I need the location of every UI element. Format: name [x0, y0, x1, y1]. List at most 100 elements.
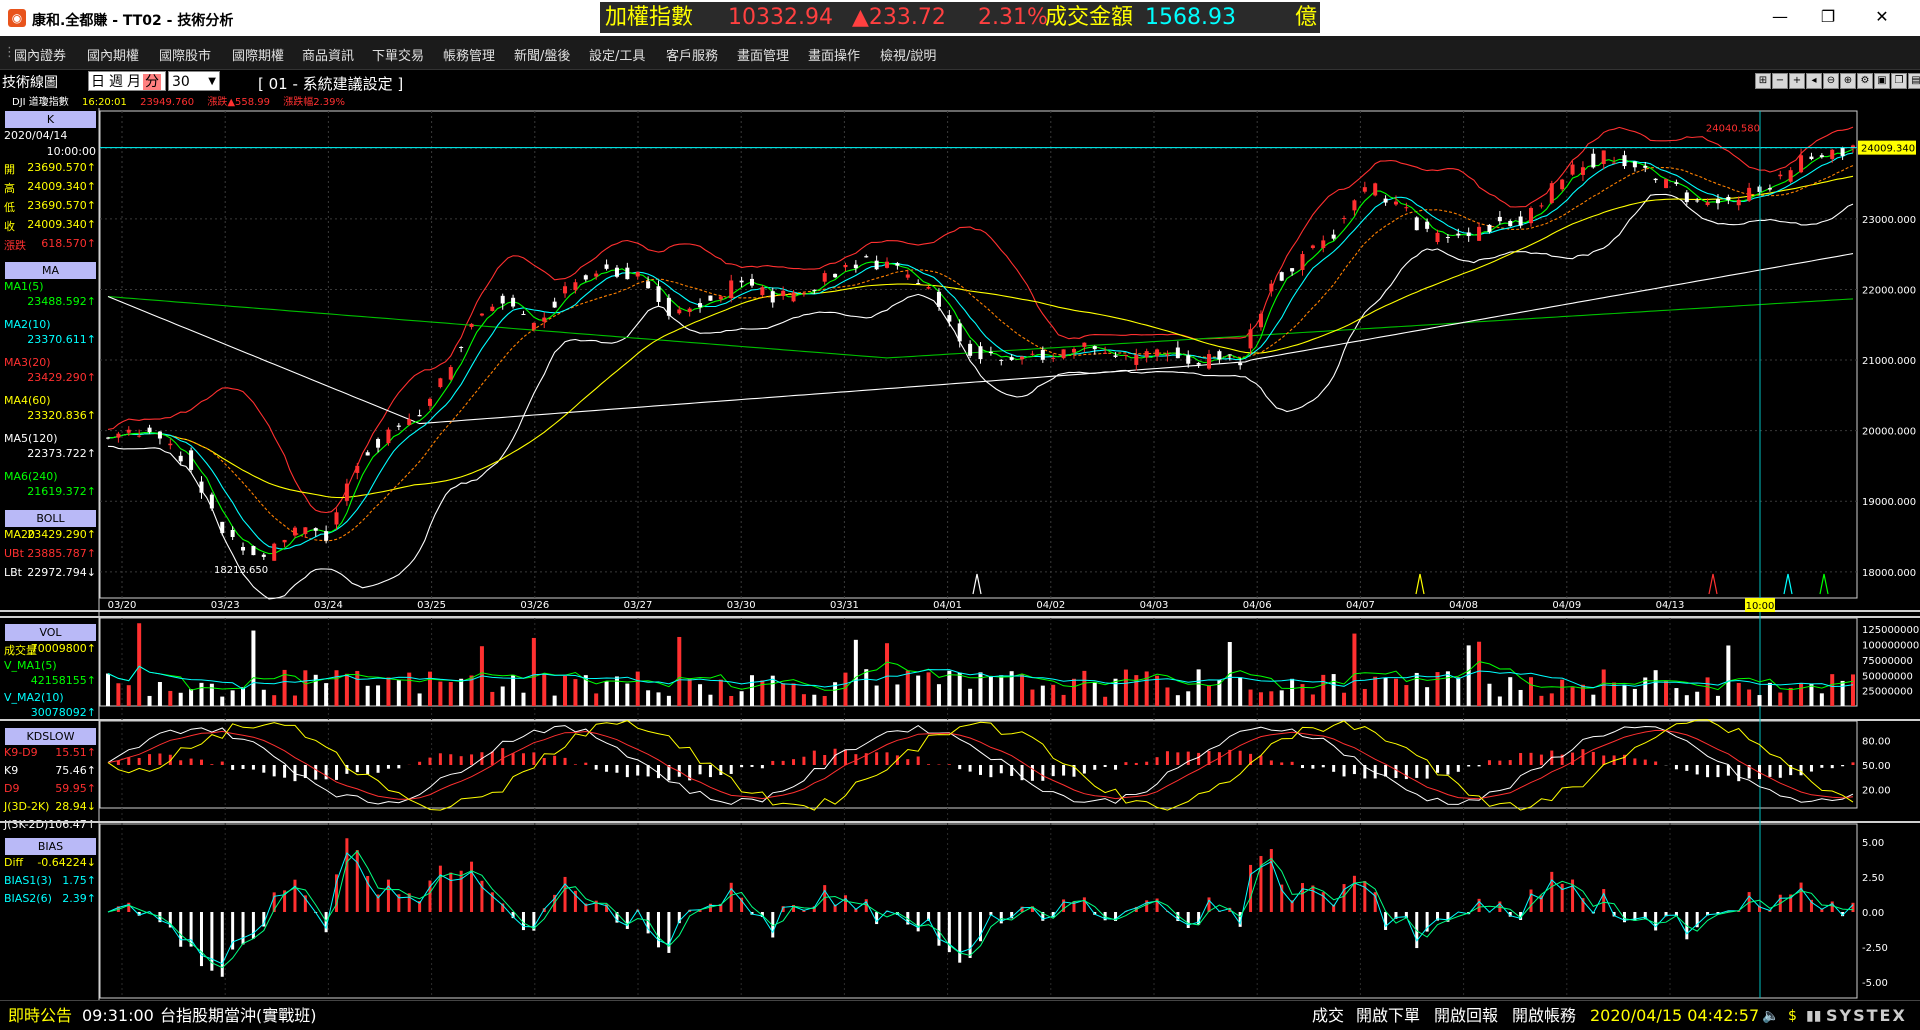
- candle-body: [344, 483, 349, 501]
- save-icon[interactable]: ▣: [1874, 73, 1890, 89]
- menu-item-8[interactable]: 設定/工具: [589, 45, 645, 64]
- index-value: 10332.94: [728, 5, 833, 30]
- bias-bar: [1550, 871, 1554, 912]
- news-time: 09:31:00: [82, 1006, 154, 1025]
- volume-bar: [1020, 674, 1025, 706]
- zoom-in-icon[interactable]: +: [1789, 73, 1805, 89]
- menu-item-0[interactable]: 國內證券: [14, 45, 66, 64]
- volume-bar: [1529, 677, 1534, 706]
- x-tick-label: 04/02: [1036, 600, 1065, 611]
- candle-body: [199, 481, 204, 493]
- kd-diff-bar: [314, 765, 318, 780]
- candle-body: [1051, 357, 1056, 359]
- volume-bar: [687, 678, 692, 706]
- candle-body: [1601, 150, 1606, 164]
- candle-body: [448, 367, 453, 380]
- kd-diff-bar: [812, 750, 816, 765]
- volume-bar: [1767, 682, 1772, 706]
- y-tick-label: 19000.000: [1862, 497, 1916, 508]
- candle-body: [1113, 355, 1118, 357]
- open-account-button[interactable]: 開啟帳務: [1512, 1001, 1576, 1030]
- menu-item-2[interactable]: 國際股市: [159, 45, 211, 64]
- minimize-button[interactable]: —: [1760, 4, 1800, 30]
- candle-body: [1269, 283, 1274, 292]
- candle-body: [1030, 353, 1035, 355]
- kd-diff-bar: [1571, 752, 1575, 765]
- indicator-setting[interactable]: [ 01 - 系統建議設定 ]: [258, 73, 403, 94]
- volume-bar: [1591, 694, 1596, 706]
- menu-item-6[interactable]: 帳務管理: [443, 45, 495, 64]
- chart-canvas[interactable]: 03/20 03/23 03/24 03/25 03/26 03/27 03/30 03/31…: [0, 108, 1920, 1000]
- open-report-button[interactable]: 開啟回報: [1434, 1001, 1498, 1030]
- maximize-button[interactable]: ❐: [1808, 4, 1848, 30]
- volume-bar: [1497, 696, 1502, 706]
- menu-item-9[interactable]: 客戶服務: [666, 45, 718, 64]
- kd-diff-bar: [355, 765, 359, 773]
- menu-item-1[interactable]: 國內期權: [87, 45, 139, 64]
- candle-body: [552, 301, 557, 308]
- kd-diff-bar: [1726, 765, 1730, 776]
- candle-body: [1840, 147, 1845, 156]
- interval-select[interactable]: 30 ▼: [168, 71, 220, 91]
- period-day[interactable]: 日: [89, 74, 107, 90]
- x-tick-label: 04/09: [1552, 600, 1581, 611]
- speaker-icon[interactable]: 🔈: [1762, 1001, 1779, 1030]
- kd-diff-bar: [1706, 765, 1710, 778]
- kd-diff-bar: [1062, 765, 1066, 776]
- menu-item-11[interactable]: 畫面操作: [808, 45, 860, 64]
- period-selector[interactable]: 日週月分: [88, 71, 166, 91]
- menu-item-10[interactable]: 畫面管理: [737, 45, 789, 64]
- kd-diff-bar: [158, 753, 162, 765]
- copy-icon[interactable]: ❐: [1891, 73, 1907, 89]
- news-text[interactable]: 台指股期當沖(實戰班): [160, 1001, 317, 1030]
- menu-item-4[interactable]: 商品資訊: [302, 45, 354, 64]
- menu-item-3[interactable]: 國際期權: [232, 45, 284, 64]
- menu-item-7[interactable]: 新聞/盤後: [514, 45, 570, 64]
- chevron-down-icon[interactable]: ▼: [208, 72, 216, 92]
- bias-bar: [449, 872, 453, 912]
- dollar-icon[interactable]: $: [1788, 1001, 1797, 1030]
- volume-bar: [801, 694, 806, 706]
- candle-body: [427, 398, 432, 406]
- news-label: 即時公告: [8, 1006, 73, 1025]
- candle-body: [1425, 221, 1430, 229]
- volume-bar: [812, 694, 817, 706]
- settings-icon[interactable]: ⚙: [1857, 73, 1873, 89]
- period-minute[interactable]: 分: [143, 74, 161, 90]
- volume-bar: [1310, 694, 1315, 706]
- left-icon[interactable]: ◂: [1806, 73, 1822, 89]
- volume-bar: [708, 694, 713, 706]
- volume-bar: [1269, 691, 1274, 706]
- volume-bar: [386, 677, 391, 706]
- volume-bar: [1383, 677, 1388, 706]
- kd-diff-bar: [262, 765, 266, 773]
- volume-bar: [1030, 689, 1035, 706]
- candle-body: [988, 351, 993, 354]
- zoom-out-icon[interactable]: −: [1772, 73, 1788, 89]
- period-week[interactable]: 週: [107, 74, 125, 90]
- volume-bar: [1539, 695, 1544, 706]
- print-icon[interactable]: ▤: [1908, 73, 1920, 89]
- x-tick-label: 03/27: [624, 600, 653, 611]
- menu-item-12[interactable]: 檢視/說明: [880, 45, 936, 64]
- search-minus-icon[interactable]: ⊖: [1823, 73, 1839, 89]
- trade-button[interactable]: 成交: [1312, 1001, 1344, 1030]
- search-plus-icon[interactable]: ⊕: [1840, 73, 1856, 89]
- kd-diff-bar: [324, 765, 328, 780]
- volume-bar: [1342, 692, 1347, 706]
- candle-body: [583, 275, 588, 280]
- open-order-button[interactable]: 開啟下單: [1356, 1001, 1420, 1030]
- window-split-icon[interactable]: ⊞: [1755, 73, 1771, 89]
- period-month[interactable]: 月: [125, 74, 143, 90]
- candle-body: [1674, 182, 1679, 184]
- volume-bar: [926, 672, 931, 706]
- candle-body: [137, 435, 142, 437]
- candle-body: [625, 267, 630, 280]
- volume-bar: [1487, 683, 1492, 706]
- close-button[interactable]: ✕: [1862, 4, 1902, 30]
- menu-item-5[interactable]: 下單交易: [372, 45, 424, 64]
- kd-diff-bar: [542, 757, 546, 765]
- volume-bar: [999, 675, 1004, 706]
- candle-body: [1632, 161, 1637, 168]
- kd-diff-bar: [1165, 751, 1169, 765]
